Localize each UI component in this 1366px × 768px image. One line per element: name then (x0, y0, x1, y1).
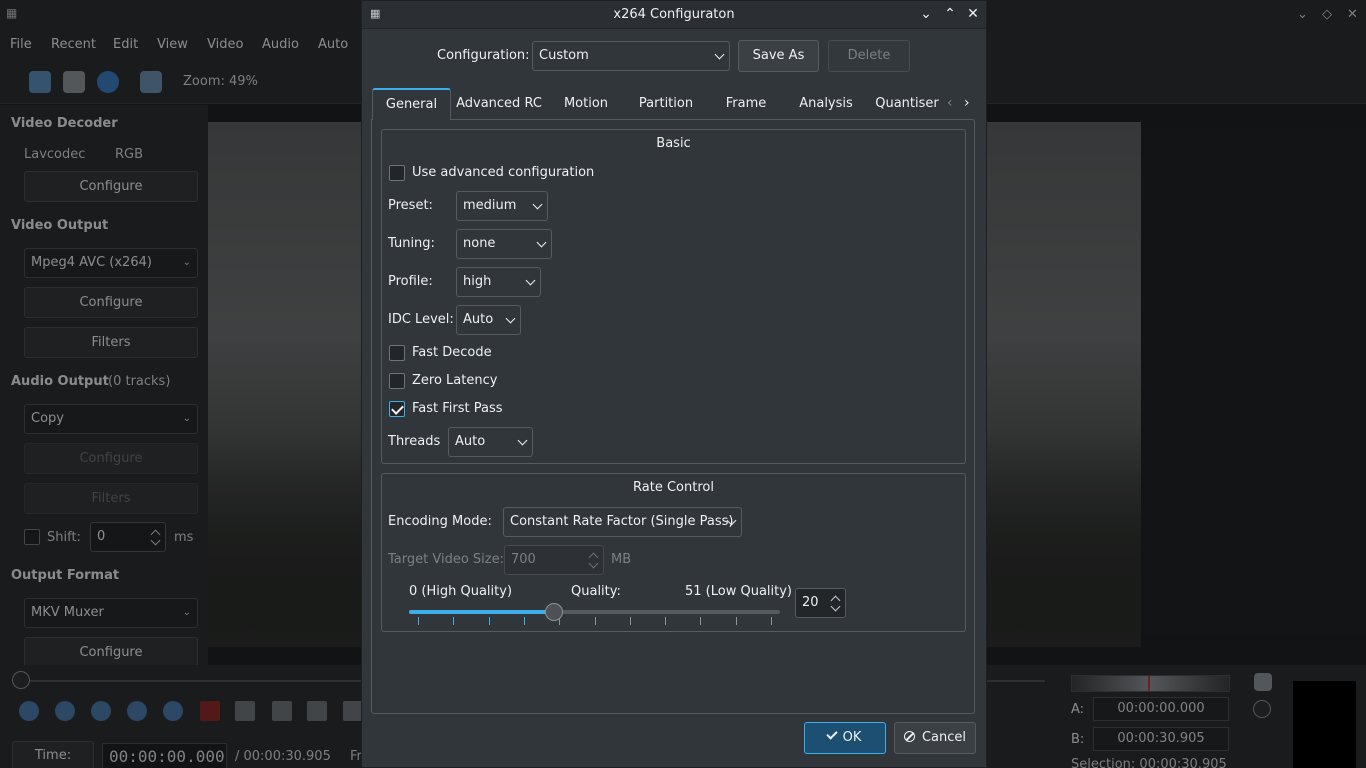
chevron-down-icon (715, 51, 725, 61)
tab-quantiser[interactable]: Quantiser (871, 88, 943, 120)
tab-analysis[interactable]: Analysis (788, 88, 864, 120)
minimize-icon[interactable]: ⌄ (917, 6, 935, 22)
tab-scroll-right-icon[interactable]: › (964, 95, 970, 111)
preset-label: Preset: (388, 198, 433, 213)
quality-slider-tick (523, 617, 525, 625)
ok-button[interactable]: OK (804, 722, 886, 754)
tuning-label: Tuning: (388, 236, 435, 251)
profile-select[interactable]: high (456, 267, 541, 297)
profile-label: Profile: (388, 274, 433, 289)
basic-group-title: Basic (656, 136, 691, 151)
chevron-down-icon (518, 437, 528, 447)
quality-slider-tick (453, 617, 455, 625)
threads-label: Threads (388, 434, 441, 449)
chevron-down-icon (727, 517, 737, 527)
quality-spinbox[interactable]: 20 (795, 588, 846, 618)
use-advanced-checkbox[interactable] (389, 165, 405, 181)
use-advanced-label: Use advanced configuration (412, 165, 595, 180)
close-icon[interactable]: ✕ (964, 6, 982, 22)
maximize-icon[interactable]: ⌃ (941, 6, 959, 22)
quality-slider-tick (771, 617, 772, 625)
tab-scroll-left-icon[interactable]: ‹ (947, 95, 953, 111)
tab-motion[interactable]: Motion (551, 88, 621, 120)
chevron-down-icon (526, 277, 536, 287)
tuning-value: none (463, 236, 496, 251)
chevron-down-icon (533, 201, 543, 211)
ok-label: OK (842, 730, 862, 745)
checkmark-icon (825, 728, 838, 740)
quality-slider-tick (735, 617, 737, 625)
quality-label: Quality: (571, 584, 621, 599)
tab-general[interactable]: General (372, 88, 451, 120)
quality-slider-tick (488, 617, 490, 625)
cancel-label: Cancel (921, 730, 967, 745)
target-size-value: 700 (511, 552, 536, 567)
encoding-mode-select[interactable]: Constant Rate Factor (Single Pass) (503, 507, 742, 537)
fast-first-pass-label: Fast First Pass (412, 401, 503, 416)
idc-level-label: IDC Level: (388, 312, 454, 327)
dialog-titlebar: ▦ x264 Configuraton ⌄ ⌃ ✕ (362, 1, 986, 29)
encoding-mode-value: Constant Rate Factor (Single Pass) (510, 514, 734, 529)
zero-latency-checkbox[interactable] (389, 373, 405, 389)
quality-value: 20 (802, 595, 819, 610)
tab-advanced-rc[interactable]: Advanced RC (451, 88, 547, 120)
cancel-button[interactable]: Cancel (894, 722, 976, 754)
configuration-select[interactable]: Custom (532, 41, 730, 71)
quality-slider-tick (594, 617, 596, 625)
spin-down-icon[interactable] (588, 558, 599, 569)
preset-select[interactable]: medium (456, 191, 548, 221)
spin-down-icon[interactable] (830, 601, 841, 612)
configuration-value: Custom (539, 48, 589, 63)
rate-control-title: Rate Control (633, 480, 714, 495)
profile-value: high (463, 274, 492, 289)
tab-partition[interactable]: Partition (627, 88, 705, 120)
fast-decode-checkbox[interactable] (389, 345, 405, 361)
preset-value: medium (463, 198, 517, 213)
cancel-icon (903, 731, 915, 742)
chevron-down-icon (506, 315, 516, 325)
idc-level-value: Auto (463, 312, 494, 327)
chevron-down-icon (537, 239, 547, 249)
target-size-unit: MB (611, 552, 632, 567)
quality-min-label: 0 (High Quality) (409, 584, 513, 599)
threads-value: Auto (455, 434, 486, 449)
quality-max-label: 51 (Low Quality) (685, 584, 793, 599)
fast-first-pass-checkbox[interactable] (389, 401, 405, 417)
save-as-button[interactable]: Save As (738, 40, 819, 72)
threads-select[interactable]: Auto (448, 427, 533, 457)
configuration-label: Configuration: (437, 48, 530, 63)
quality-slider-tick (418, 617, 419, 625)
quality-slider-fill (409, 610, 555, 614)
dialog-title: x264 Configuraton (613, 7, 735, 22)
quality-slider-tick (700, 617, 702, 625)
idc-level-select[interactable]: Auto (456, 305, 521, 335)
quality-slider-tick (665, 617, 667, 625)
delete-button[interactable]: Delete (828, 40, 910, 72)
zero-latency-label: Zero Latency (412, 373, 498, 388)
target-size-input[interactable]: 700 (504, 545, 604, 575)
tab-frame[interactable]: Frame (712, 88, 780, 120)
quality-slider-tick (629, 617, 631, 625)
tab-bar: General Advanced RC Motion Partition Fra… (371, 88, 975, 120)
tuning-select[interactable]: none (456, 229, 552, 259)
fast-decode-label: Fast Decode (412, 345, 492, 360)
target-size-label: Target Video Size: (388, 552, 504, 567)
encoding-mode-label: Encoding Mode: (388, 514, 492, 529)
